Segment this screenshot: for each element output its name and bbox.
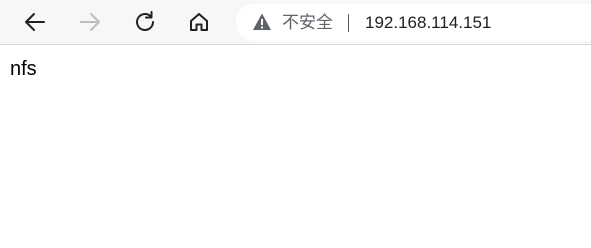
security-status-text[interactable]: 不安全 [282, 13, 333, 33]
reload-button[interactable] [129, 6, 161, 38]
home-button[interactable] [183, 6, 215, 38]
back-button[interactable] [19, 6, 51, 38]
forward-button[interactable] [74, 6, 106, 38]
reload-icon [136, 11, 154, 31]
address-bar[interactable]: 不安全 192.168.114.151 [236, 4, 591, 41]
url-text[interactable]: 192.168.114.151 [365, 13, 491, 33]
arrow-right-icon [80, 13, 100, 31]
arrow-left-icon [25, 13, 45, 31]
page-body-text: nfs [10, 58, 37, 80]
address-divider [348, 14, 349, 32]
home-icon [190, 13, 208, 31]
browser-toolbar: 不安全 192.168.114.151 [0, 0, 591, 45]
warning-triangle-icon[interactable] [252, 12, 272, 32]
